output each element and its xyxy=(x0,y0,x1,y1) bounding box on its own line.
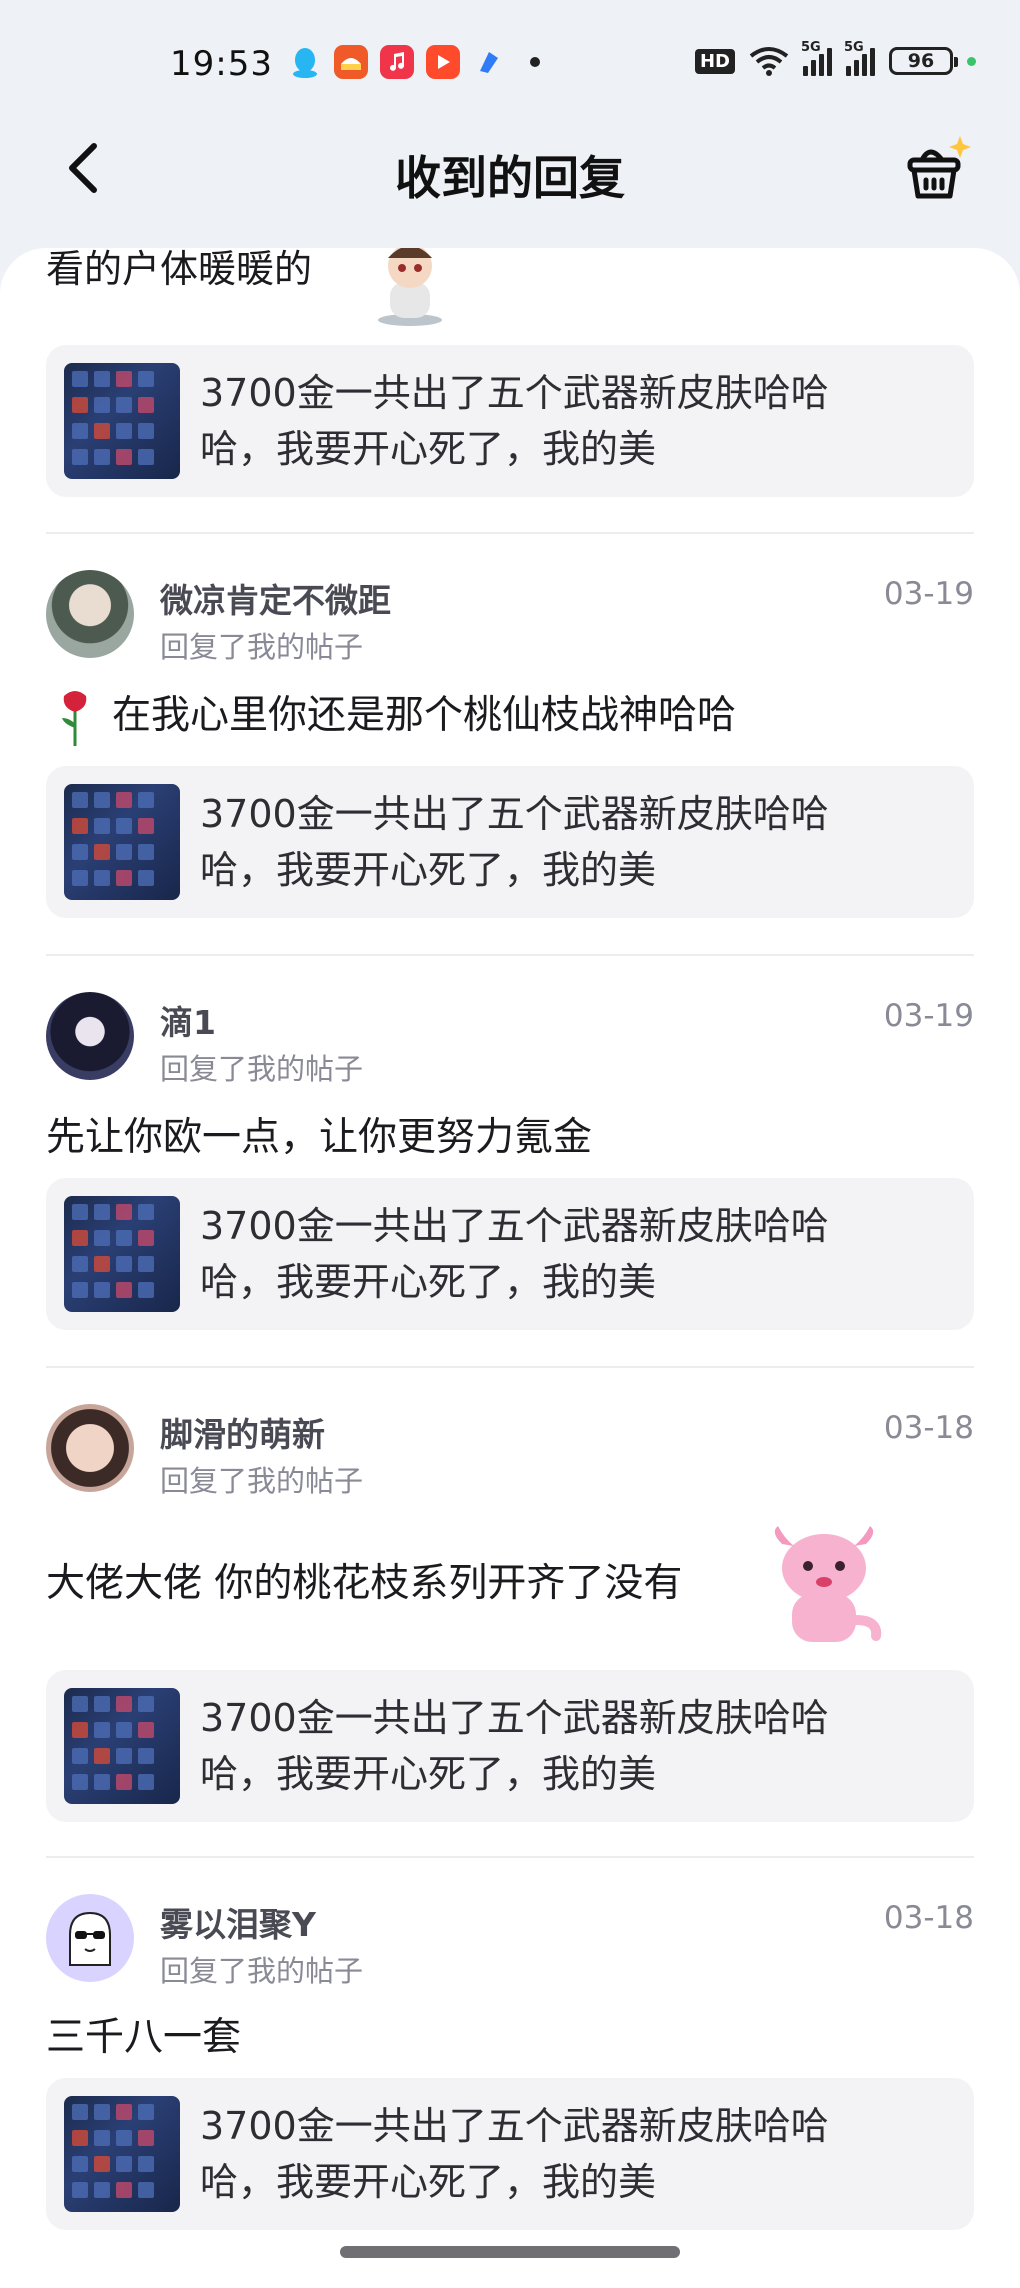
post-thumbnail xyxy=(64,2096,180,2212)
post-thumbnail xyxy=(64,363,180,479)
basket-sparkle-icon xyxy=(907,136,971,199)
reply-type-label: 回复了我的帖子 xyxy=(160,630,364,664)
charging-dot-icon xyxy=(967,56,976,66)
hd-badge: HD xyxy=(694,48,735,74)
crying-boy-sticker-icon xyxy=(378,248,442,326)
reply-item[interactable]: 微凉肯定不微距 回复了我的帖子 03-19 在我心里你还是那个桃仙枝战神哈哈 3… xyxy=(0,570,1020,920)
quoted-post-text: 3700金一共出了五个武器新皮肤哈哈 哈，我要开心死了，我的美 xyxy=(200,2104,829,2204)
reply-text: 先让你欧一点，让你更努力氪金 xyxy=(46,1115,593,1160)
basket-button[interactable] xyxy=(900,130,976,206)
reply-item[interactable]: 雾以泪聚Y 回复了我的帖子 03-18 三千八一套 3700金一共出了五个武器新… xyxy=(0,1894,1020,2234)
blue-app-icon xyxy=(472,45,506,79)
reply-date: 03-19 xyxy=(883,998,974,1034)
quoted-post-text: 3700金一共出了五个武器新皮肤哈哈 哈，我要开心死了，我的美 xyxy=(200,1204,829,1304)
avatar[interactable] xyxy=(46,1894,134,1982)
avatar[interactable] xyxy=(46,992,134,1080)
quoted-post[interactable]: 3700金一共出了五个武器新皮肤哈哈 哈，我要开心死了，我的美 xyxy=(46,345,974,497)
page-title: 收到的回复 xyxy=(395,151,625,205)
reply-item[interactable]: 脚滑的萌新 回复了我的帖子 03-18 大佬大佬 你的桃花枝系列开齐了没有 37… xyxy=(0,1404,1020,1834)
user-name[interactable]: 微凉肯定不微距 xyxy=(160,574,391,622)
divider xyxy=(46,954,974,956)
quoted-post-text: 3700金一共出了五个武器新皮肤哈哈 哈，我要开心死了，我的美 xyxy=(200,1696,829,1796)
partial-reply-item[interactable]: 看的户体暖暖的 xyxy=(46,248,1006,338)
status-bar: 19:53 HD 5G 5G 96 xyxy=(0,0,1020,130)
quoted-post-text: 3700金一共出了五个武器新皮肤哈哈 哈，我要开心死了，我的美 xyxy=(200,371,829,471)
quoted-post-text: 3700金一共出了五个武器新皮肤哈哈 哈，我要开心死了，我的美 xyxy=(200,792,829,892)
avatar[interactable] xyxy=(46,1404,134,1492)
reply-type-label: 回复了我的帖子 xyxy=(160,1954,364,1988)
user-name[interactable]: 脚滑的萌新 xyxy=(160,1408,325,1456)
quoted-post[interactable]: 3700金一共出了五个武器新皮肤哈哈 哈，我要开心死了，我的美 xyxy=(46,2078,974,2230)
pink-axolotl-sticker-icon xyxy=(774,1526,882,1642)
status-time: 19:53 xyxy=(170,44,273,84)
cellular-signal-2-icon: 5G xyxy=(844,40,875,76)
quoted-post[interactable]: 3700金一共出了五个武器新皮肤哈哈 哈，我要开心死了，我的美 xyxy=(46,766,974,918)
reply-date: 03-18 xyxy=(883,1900,974,1936)
wifi-icon xyxy=(749,47,789,76)
battery-icon: 96 xyxy=(889,47,958,75)
reply-text: 在我心里你还是那个桃仙枝战神哈哈 xyxy=(112,693,737,738)
reply-date: 03-19 xyxy=(883,576,974,612)
nav-bar: 收到的回复 xyxy=(0,120,1020,220)
reply-type-label: 回复了我的帖子 xyxy=(160,1464,364,1498)
music-icon xyxy=(380,45,414,79)
quoted-post[interactable]: 3700金一共出了五个武器新皮肤哈哈 哈，我要开心死了，我的美 xyxy=(46,1178,974,1330)
home-indicator[interactable] xyxy=(340,2246,680,2258)
reply-date: 03-18 xyxy=(883,1410,974,1446)
taobao-icon xyxy=(334,45,368,79)
avatar[interactable] xyxy=(46,570,134,658)
reply-text: 三千八一套 xyxy=(46,2015,242,2060)
user-name[interactable]: 雾以泪聚Y xyxy=(160,1898,316,1946)
reply-list: 看的户体暖暖的 3700金一共出了五个武器新皮肤哈哈 哈，我要开心死了，我的美 微… xyxy=(0,248,1020,2288)
video-play-icon xyxy=(426,45,460,79)
status-indicators: HD 5G 5G 96 xyxy=(694,40,976,76)
divider xyxy=(46,1366,974,1368)
reply-text: 大佬大佬 你的桃花枝系列开齐了没有 xyxy=(46,1561,683,1606)
reply-item[interactable]: 滴1 回复了我的帖子 03-19 先让你欧一点，让你更努力氪金 3700金一共出… xyxy=(0,992,1020,1332)
ghost-sunglasses-icon xyxy=(69,1911,111,1966)
reply-text: 看的户体暖暖的 xyxy=(46,248,313,291)
post-thumbnail xyxy=(64,784,180,900)
qq-penguin-icon xyxy=(288,45,322,79)
more-notifications-dot-icon xyxy=(530,57,540,67)
divider xyxy=(46,532,974,534)
post-thumbnail xyxy=(64,1688,180,1804)
cellular-signal-1-icon: 5G xyxy=(801,40,832,76)
notification-icons xyxy=(288,45,540,79)
divider xyxy=(46,1856,974,1858)
reply-type-label: 回复了我的帖子 xyxy=(160,1052,364,1086)
quoted-post[interactable]: 3700金一共出了五个武器新皮肤哈哈 哈，我要开心死了，我的美 xyxy=(46,1670,974,1822)
post-thumbnail xyxy=(64,1196,180,1312)
user-name[interactable]: 滴1 xyxy=(160,996,216,1044)
rose-emoji-icon xyxy=(62,691,87,746)
